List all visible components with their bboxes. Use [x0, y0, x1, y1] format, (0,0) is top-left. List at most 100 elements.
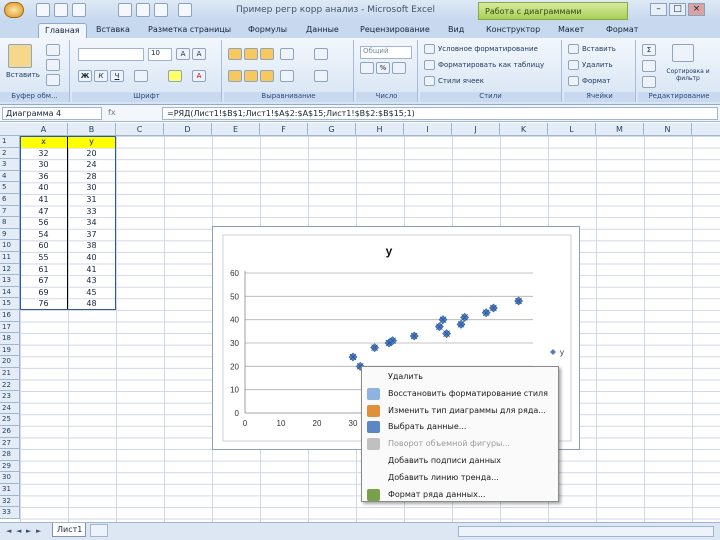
row-header[interactable]: 13 — [0, 275, 20, 287]
cell-x[interactable]: 67 — [20, 275, 68, 287]
cell-x[interactable]: 56 — [20, 217, 68, 229]
font-size-select[interactable]: 10 — [148, 48, 172, 61]
row-header[interactable]: 19 — [0, 344, 20, 357]
cell-x[interactable]: 76 — [20, 298, 68, 310]
cell-x[interactable]: 36 — [20, 170, 68, 183]
sheet-tab-1[interactable]: Лист1 — [52, 523, 86, 537]
cell-x[interactable]: 30 — [20, 159, 68, 171]
cell-y[interactable]: 43 — [68, 275, 116, 287]
align-middle-icon[interactable] — [244, 48, 258, 60]
first-sheet-icon[interactable]: ◄ — [6, 527, 11, 535]
cell-y[interactable]: 24 — [68, 159, 116, 171]
font-name-select[interactable] — [78, 48, 144, 61]
row-header[interactable]: 23 — [0, 391, 20, 403]
save-icon[interactable] — [36, 3, 50, 17]
decrease-font-icon[interactable]: A — [192, 48, 206, 60]
cell-y[interactable]: 28 — [68, 170, 116, 183]
context-menu-item[interactable]: Добавить подписи данных — [362, 453, 558, 470]
bold-icon[interactable]: Ж — [78, 70, 92, 82]
format-as-table-button[interactable]: Форматировать как таблицу — [438, 61, 544, 69]
cell-y[interactable]: 20 — [68, 147, 116, 160]
cut-icon[interactable] — [46, 44, 60, 56]
row-header[interactable]: 28 — [0, 449, 20, 461]
currency-icon[interactable] — [360, 62, 374, 74]
context-menu-item[interactable]: Добавить линию тренда... — [362, 470, 558, 487]
tab-page-layout[interactable]: Разметка страницы — [148, 23, 231, 38]
cell-x[interactable]: 54 — [20, 228, 68, 241]
context-menu-item[interactable]: Удалить — [362, 369, 558, 386]
align-center-icon[interactable] — [244, 70, 258, 82]
row-header[interactable]: 16 — [0, 310, 20, 322]
column-header[interactable]: I — [404, 123, 452, 136]
format-painter-icon[interactable] — [46, 74, 60, 86]
align-left-icon[interactable] — [228, 70, 242, 82]
redo-icon[interactable] — [72, 3, 86, 17]
copy-icon[interactable] — [46, 59, 60, 71]
column-header[interactable]: L — [548, 123, 596, 136]
insert-sheet-icon[interactable] — [90, 524, 108, 537]
row-header[interactable]: 26 — [0, 426, 20, 438]
column-header[interactable]: F — [260, 123, 308, 136]
tab-home[interactable]: Главная — [38, 23, 87, 38]
row-header[interactable]: 12 — [0, 263, 20, 276]
maximize-button[interactable]: □ — [669, 3, 686, 16]
row-header[interactable]: 14 — [0, 286, 20, 299]
row-header[interactable]: 17 — [0, 321, 20, 334]
header-cell-y[interactable]: y — [68, 136, 116, 148]
cell-styles-button[interactable]: Стили ячеек — [438, 77, 484, 85]
row-header[interactable]: 9 — [0, 228, 20, 241]
last-sheet-icon[interactable]: ► — [36, 527, 41, 535]
quick-print-icon[interactable] — [178, 3, 192, 17]
clear-icon[interactable] — [642, 76, 656, 88]
column-header[interactable]: H — [356, 123, 404, 136]
cell-y[interactable]: 37 — [68, 228, 116, 241]
row-header[interactable]: 27 — [0, 437, 20, 450]
row-header[interactable]: 21 — [0, 368, 20, 380]
row-header[interactable]: 33 — [0, 507, 20, 519]
sort-filter-button[interactable]: Сортировка и фильтр — [662, 68, 714, 82]
row-header[interactable]: 25 — [0, 414, 20, 426]
increase-font-icon[interactable]: A — [176, 48, 190, 60]
row-header[interactable]: 8 — [0, 217, 20, 229]
row-header[interactable]: 32 — [0, 495, 20, 508]
fill-color-icon[interactable] — [168, 70, 182, 82]
column-header[interactable]: N — [644, 123, 692, 136]
cell-y[interactable]: 31 — [68, 194, 116, 206]
tab-data[interactable]: Данные — [306, 23, 339, 38]
tab-view[interactable]: Вид — [448, 23, 464, 38]
horizontal-scrollbar[interactable] — [458, 526, 714, 537]
orientation-icon[interactable] — [280, 48, 294, 60]
tab-format[interactable]: Формат — [606, 23, 638, 38]
prev-sheet-icon[interactable]: ◄ — [16, 527, 21, 535]
column-header[interactable]: M — [596, 123, 644, 136]
sort-filter-icon[interactable] — [672, 44, 694, 62]
font-color-icon[interactable]: A — [192, 70, 206, 82]
cell-y[interactable]: 38 — [68, 240, 116, 252]
cell-x[interactable]: 69 — [20, 286, 68, 299]
header-cell-x[interactable]: x — [20, 136, 68, 148]
row-header[interactable]: 29 — [0, 460, 20, 473]
align-right-icon[interactable] — [260, 70, 274, 82]
format-cells-button[interactable]: Формат — [582, 77, 610, 85]
cell-y[interactable]: 40 — [68, 252, 116, 264]
insert-cells-button[interactable]: Вставить — [582, 45, 616, 53]
column-header[interactable]: J — [452, 123, 500, 136]
row-header[interactable]: 6 — [0, 194, 20, 206]
thousands-icon[interactable] — [392, 62, 406, 74]
next-sheet-icon[interactable]: ► — [26, 527, 31, 535]
autosum-icon[interactable]: Σ — [642, 44, 656, 56]
row-header[interactable]: 22 — [0, 379, 20, 392]
close-button[interactable]: × — [688, 3, 705, 16]
cell-y[interactable]: 30 — [68, 182, 116, 194]
open-folder-icon[interactable] — [136, 3, 150, 17]
fill-icon[interactable] — [642, 60, 656, 72]
tab-review[interactable]: Рецензирование — [360, 23, 430, 38]
row-header[interactable]: 15 — [0, 298, 20, 310]
cell-x[interactable]: 41 — [20, 194, 68, 206]
office-button[interactable] — [4, 2, 24, 18]
cell-y[interactable]: 41 — [68, 263, 116, 276]
column-header[interactable]: D — [164, 123, 212, 136]
cell-y[interactable]: 34 — [68, 217, 116, 229]
context-menu-item[interactable]: Выбрать данные... — [362, 419, 558, 436]
column-header[interactable]: B — [68, 123, 116, 136]
